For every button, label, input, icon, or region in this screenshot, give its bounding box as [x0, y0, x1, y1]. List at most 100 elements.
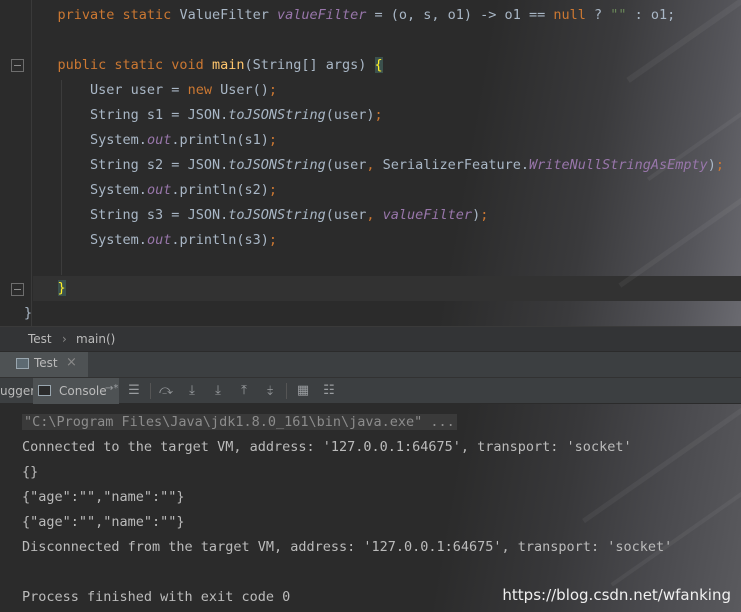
console-line: "C:\Program Files\Java\jdk1.8.0_161\bin\…	[22, 410, 457, 435]
breadcrumb-class[interactable]: Test	[28, 332, 52, 346]
code-token: }	[24, 305, 33, 321]
code-token: out	[146, 132, 172, 148]
code-token: ;	[268, 182, 278, 198]
console-line: Disconnected from the target VM, address…	[22, 539, 673, 555]
close-icon[interactable]: ×	[66, 355, 77, 370]
code-token: )	[472, 207, 481, 223]
step-over-icon[interactable]: ⤓	[185, 384, 199, 398]
trace-icon[interactable]: ☷	[322, 384, 336, 398]
watermark: https://blog.csdn.net/wfanking	[502, 586, 731, 604]
code-token: ?	[585, 7, 611, 23]
background-decoration	[610, 445, 741, 587]
code-token: (user	[325, 207, 367, 223]
tab-debugger[interactable]: ugger	[0, 384, 35, 398]
console-line: Connected to the target VM, address: '12…	[22, 439, 632, 455]
code-token: ValueFilter	[179, 7, 277, 23]
code-token: toJSONString	[228, 207, 326, 223]
code-token: WriteNullStringAsEmpty	[528, 157, 708, 173]
code-token: public static void	[57, 57, 212, 73]
code-token: ;	[268, 232, 278, 248]
code-token: ;	[268, 132, 278, 148]
code-line[interactable]: String s2 = JSON.toJSONString(user, Seri…	[25, 153, 724, 178]
tab-console-label: Console	[59, 384, 107, 398]
code-line[interactable]: }	[24, 301, 32, 326]
restore-layout-icon[interactable]: →*	[105, 383, 118, 394]
code-token: private static	[57, 7, 180, 23]
breadcrumb-separator-icon: ›	[62, 332, 67, 346]
code-line[interactable]: String s1 = JSON.toJSONString(user);	[25, 103, 383, 128]
code-token: (user)	[325, 107, 375, 123]
menu-icon[interactable]: ☰	[127, 384, 141, 398]
code-token: out	[146, 182, 172, 198]
code-token: null	[553, 7, 586, 23]
toolbar-divider	[150, 383, 151, 399]
code-token: SerializerFeature.	[382, 157, 529, 173]
fold-marker-icon[interactable]	[11, 59, 24, 72]
console-line: Process finished with exit code 0	[22, 589, 291, 605]
run-to-cursor-icon[interactable]: ⤈	[263, 384, 277, 398]
step-into-icon[interactable]: ⤓	[211, 384, 225, 398]
code-token: .println(s2)	[171, 182, 269, 198]
toolbar-divider	[286, 383, 287, 399]
run-panel-header: Test ×	[0, 351, 741, 377]
code-token: ,	[366, 207, 383, 223]
code-line[interactable]: User user = new User();	[25, 78, 277, 103]
code-token: String s2 = JSON.	[90, 157, 229, 173]
console-line: {}	[22, 464, 39, 480]
breadcrumb-method[interactable]: main()	[76, 332, 115, 346]
show-execution-point-icon[interactable]: ⤼	[159, 384, 173, 398]
code-token: .println(s3)	[171, 232, 269, 248]
code-token: out	[146, 232, 172, 248]
code-token: System.	[90, 232, 147, 248]
code-token: ,	[366, 157, 383, 173]
code-token: ;	[374, 107, 383, 123]
tab-test[interactable]: Test ×	[0, 352, 88, 377]
run-config-icon	[16, 358, 29, 369]
current-line-highlight	[33, 276, 741, 301]
code-token: : o1;	[626, 7, 676, 23]
code-token: ;	[715, 157, 725, 173]
code-line[interactable]: String s3 = JSON.toJSONString(user, valu…	[25, 203, 488, 228]
evaluate-expression-icon[interactable]: ▦	[296, 384, 310, 398]
console-output[interactable]: "C:\Program Files\Java\jdk1.8.0_161\bin\…	[0, 404, 741, 612]
code-token: System.	[90, 132, 147, 148]
code-token: (String[] args)	[244, 57, 375, 73]
code-token: {	[374, 57, 383, 73]
code-line[interactable]: private static ValueFilter valueFilter =…	[25, 3, 676, 28]
code-line[interactable]: }	[25, 276, 66, 301]
tab-console[interactable]: Console →*	[33, 378, 119, 404]
code-token: main	[211, 57, 245, 73]
code-token: ""	[610, 7, 627, 23]
code-token: = (o, s, o1) -> o1 ==	[366, 7, 554, 23]
code-token: new	[187, 82, 221, 98]
code-line[interactable]: System.out.println(s2);	[25, 178, 277, 203]
code-token: ;	[480, 207, 489, 223]
code-line[interactable]: System.out.println(s1);	[25, 128, 277, 153]
breadcrumb: Test › main()	[0, 326, 741, 351]
code-token: (user	[325, 157, 367, 173]
code-line[interactable]: public static void main(String[] args) {	[25, 53, 383, 78]
console-line: {"age":"","name":""}	[22, 489, 185, 505]
code-token: User user =	[90, 82, 188, 98]
code-token: ;	[268, 82, 278, 98]
console-command: "C:\Program Files\Java\jdk1.8.0_161\bin\…	[22, 414, 457, 430]
tab-test-label: Test	[34, 356, 58, 370]
code-token: valueFilter	[276, 7, 367, 23]
code-line[interactable]: System.out.println(s3);	[25, 228, 277, 253]
fold-marker-icon[interactable]	[11, 283, 24, 296]
code-editor[interactable]: private static ValueFilter valueFilter =…	[0, 0, 741, 326]
code-token: String s3 = JSON.	[90, 207, 229, 223]
code-token: String s1 = JSON.	[90, 107, 229, 123]
step-out-icon[interactable]: ⤒	[237, 384, 251, 398]
code-token: toJSONString	[228, 157, 326, 173]
code-token: }	[57, 280, 66, 296]
